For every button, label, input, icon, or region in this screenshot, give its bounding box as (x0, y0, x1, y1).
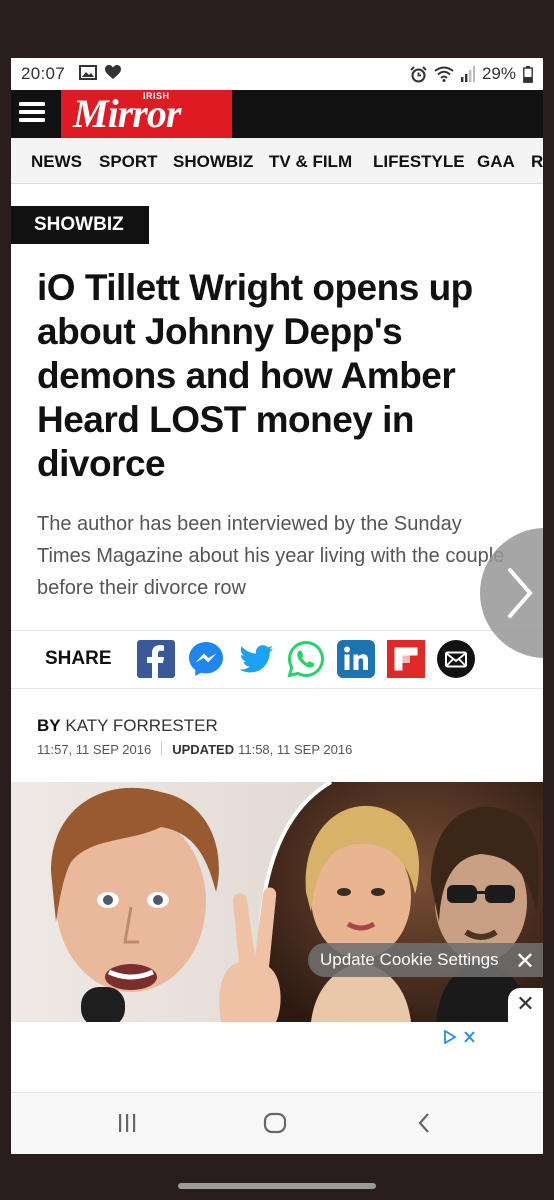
android-navigation-bar (11, 1092, 543, 1154)
gesture-handle[interactable] (178, 1183, 376, 1189)
battery-percent: 29% (481, 64, 516, 83)
updated-date: 11:58, 11 SEP 2016 (238, 742, 353, 757)
status-bar: 20:07 29% (11, 58, 543, 90)
site-header: IRISH Mirror (11, 90, 543, 138)
divider (11, 630, 543, 631)
nav-item-showbiz[interactable]: SHOWBIZ (173, 152, 253, 172)
facebook-icon[interactable] (137, 640, 175, 678)
next-article-button[interactable] (480, 528, 543, 658)
status-time: 20:07 (21, 64, 66, 83)
nav-item-tv-film[interactable]: TV & FILM (269, 152, 352, 172)
whatsapp-icon[interactable] (287, 640, 325, 678)
ad-close-button[interactable]: ✕ (508, 988, 543, 1022)
article-headline: iO Tillett Wright opens up about Johnny … (37, 267, 473, 484)
byline-prefix: BY (37, 716, 61, 735)
home-icon[interactable] (263, 1112, 287, 1134)
logo-text: Mirror (73, 91, 181, 136)
article-hero-image[interactable] (11, 782, 543, 1022)
alarm-icon (410, 65, 427, 82)
twitter-icon[interactable] (237, 640, 275, 678)
battery-icon (523, 65, 533, 83)
messenger-icon[interactable] (187, 640, 225, 678)
recent-apps-icon[interactable] (117, 1113, 137, 1133)
back-icon[interactable] (416, 1112, 432, 1134)
byline: BY KATY FORRESTER (37, 716, 218, 736)
wifi-icon (434, 66, 454, 82)
nav-item-news[interactable]: NEWS (31, 152, 82, 172)
chevron-right-icon (508, 568, 533, 618)
divider (11, 688, 543, 689)
nav-item-sport[interactable]: SPORT (99, 152, 158, 172)
date-separator (161, 742, 163, 756)
share-icons (137, 640, 475, 678)
share-label: SHARE (45, 648, 112, 669)
nav-item-gaa[interactable]: GAA (477, 152, 515, 172)
ad-banner[interactable] (11, 1022, 543, 1092)
article-dates: 11:57, 11 SEP 2016 UPDATED 11:58, 11 SEP… (37, 742, 352, 757)
signal-icon (460, 66, 475, 82)
hamburger-menu-icon[interactable] (19, 102, 45, 124)
updated-label: UPDATED (172, 742, 235, 757)
heart-icon (105, 65, 121, 79)
published-date: 11:57, 11 SEP 2016 (37, 742, 152, 757)
cookie-settings-label: Update Cookie Settings (320, 950, 499, 969)
nav-item-truncated[interactable]: R (531, 152, 543, 172)
section-nav: NEWS SPORT SHOWBIZ TV & FILM LIFESTYLE G… (11, 138, 543, 184)
linkedin-icon[interactable] (337, 640, 375, 678)
gallery-icon (79, 65, 97, 80)
cookie-close-icon[interactable]: ✕ (515, 947, 535, 976)
section-tag[interactable]: SHOWBIZ (11, 206, 149, 244)
adchoices-icon[interactable] (443, 1029, 477, 1049)
nav-item-lifestyle[interactable]: LIFESTYLE (373, 152, 465, 172)
flipboard-icon[interactable] (387, 640, 425, 678)
update-cookie-settings-button[interactable]: Update Cookie Settings ✕ (308, 943, 543, 977)
email-icon[interactable] (437, 640, 475, 678)
article-standfirst: The author has been interviewed by the S… (37, 513, 505, 599)
phone-screen: 20:07 29% IRISH Mirror NEWS SPORT SHOWBI… (11, 58, 543, 1154)
author-link[interactable]: KATY FORRESTER (65, 716, 217, 735)
hero-photo-illustration (11, 782, 543, 1022)
mirror-logo[interactable]: IRISH Mirror (61, 90, 232, 138)
